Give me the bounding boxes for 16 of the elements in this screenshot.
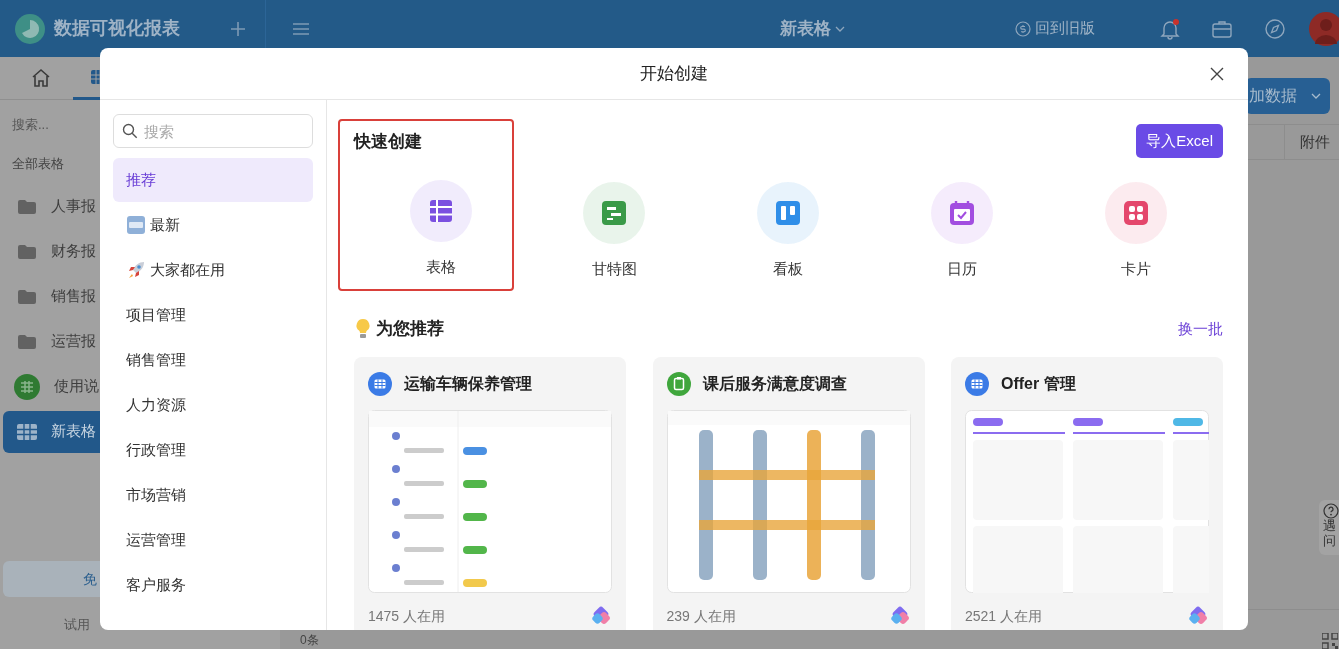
usage-count: 1475 人在用	[368, 606, 446, 626]
section-title: 为您推荐	[376, 318, 444, 341]
record-count: 0条	[300, 633, 319, 647]
column-header: 附件	[1284, 125, 1339, 159]
card-title: 运输车辆保养管理	[404, 374, 532, 394]
card-title: 课后服务满意度调查	[702, 374, 847, 394]
app-title: 数据可视化报表	[54, 17, 180, 40]
usage-count: 239 人在用	[666, 606, 736, 626]
help-text: 遇	[1323, 519, 1336, 534]
section-label: 全部表格	[12, 155, 65, 173]
card-title: Offer 管理	[1001, 374, 1076, 394]
dialog-title: 开始创建	[640, 62, 708, 85]
section-title: 快速创建	[354, 131, 423, 153]
usage-count: 2521 人在用	[965, 606, 1043, 626]
help-text: 问	[1323, 533, 1336, 549]
trial-note: 试用	[64, 617, 90, 632]
